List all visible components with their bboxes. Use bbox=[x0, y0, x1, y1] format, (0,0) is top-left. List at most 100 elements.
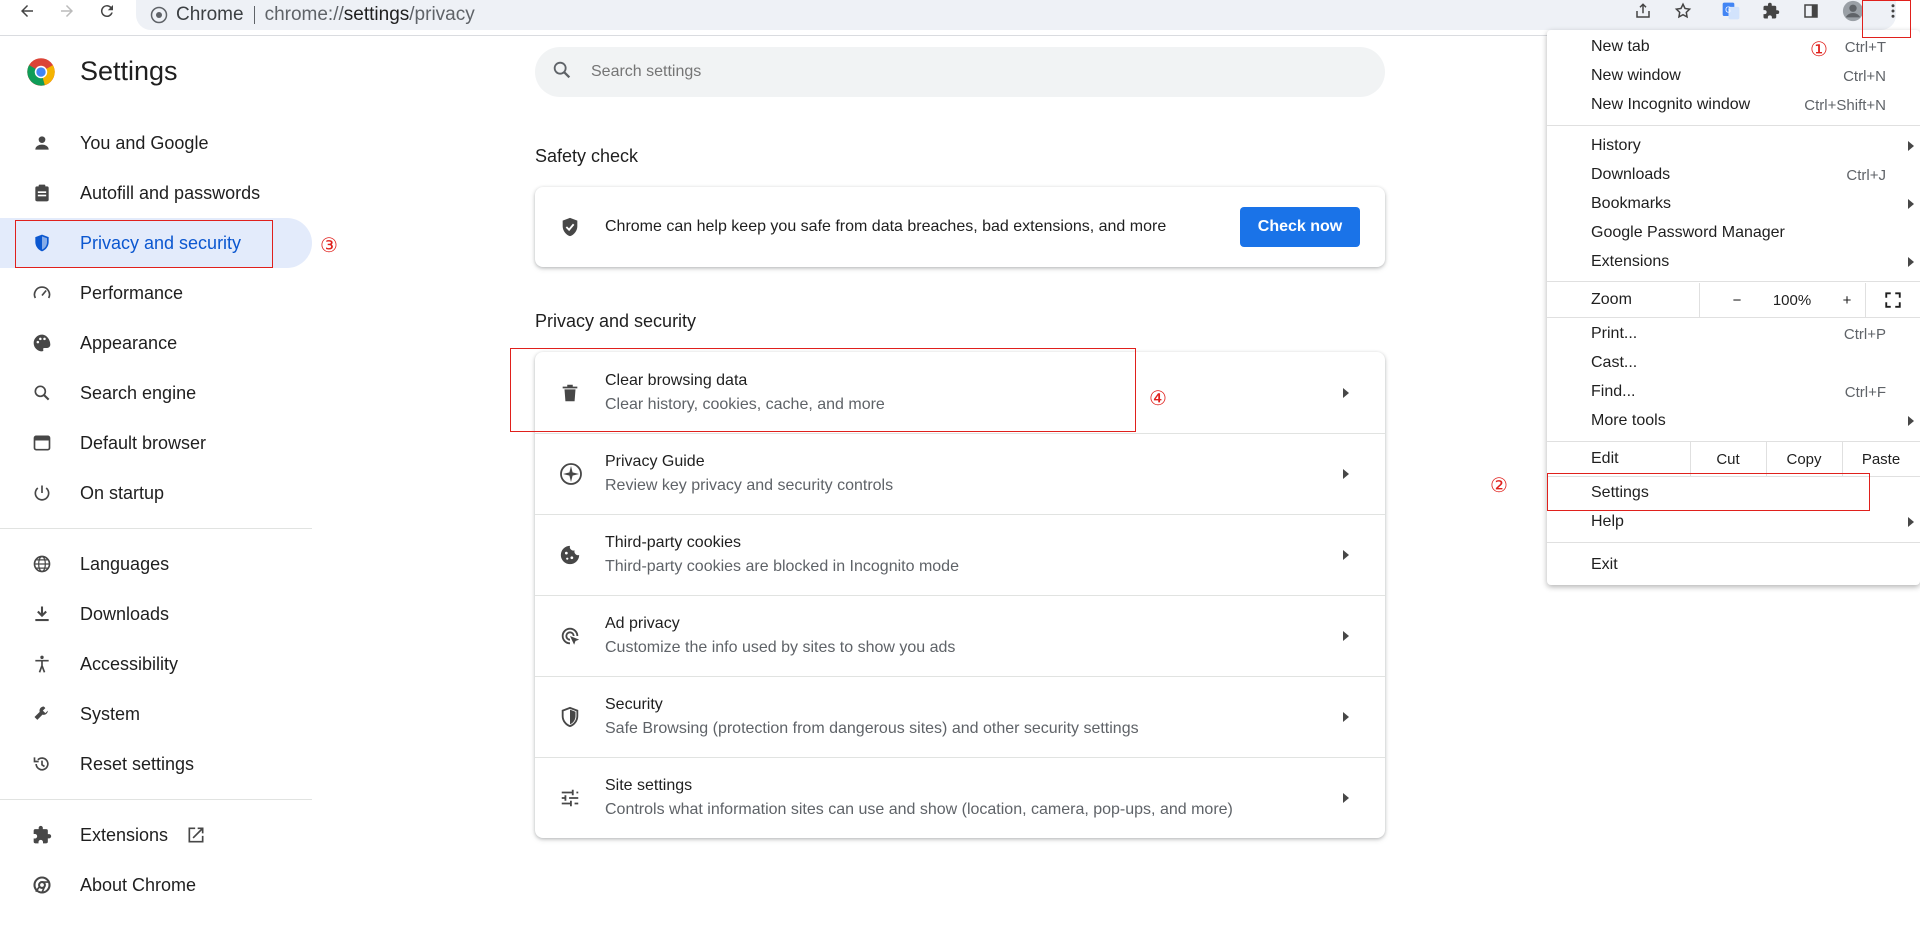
menu-item-new-window[interactable]: New window Ctrl+N bbox=[1547, 62, 1920, 90]
sidebar-item-label: About Chrome bbox=[80, 874, 197, 895]
submenu-arrow-icon bbox=[1908, 517, 1914, 527]
zoom-level: 100% bbox=[1772, 291, 1812, 309]
shortcut-label: Ctrl+J bbox=[1846, 166, 1886, 184]
fullscreen-icon[interactable] bbox=[1865, 283, 1920, 317]
speedometer-icon bbox=[30, 281, 54, 305]
menu-item-print[interactable]: Print... Ctrl+P bbox=[1547, 320, 1920, 348]
menu-item-exit[interactable]: Exit bbox=[1547, 551, 1920, 579]
sidebar-item-search-engine[interactable]: Search engine bbox=[0, 368, 312, 418]
sidebar-item-label: Performance bbox=[80, 282, 184, 303]
menu-item-extensions[interactable]: Extensions bbox=[1547, 248, 1920, 276]
ad-target-icon bbox=[559, 625, 585, 647]
submenu-arrow-icon bbox=[1908, 199, 1914, 209]
menu-divider bbox=[1547, 125, 1920, 126]
cookie-icon bbox=[559, 544, 585, 566]
side-panel-icon[interactable] bbox=[1796, 0, 1826, 22]
divider bbox=[253, 6, 255, 24]
page-title: Settings bbox=[80, 56, 178, 86]
sliders-icon bbox=[559, 787, 585, 809]
submenu-arrow-icon bbox=[1908, 416, 1914, 426]
menu-item-find[interactable]: Find... Ctrl+F bbox=[1547, 378, 1920, 406]
sidebar-item-system[interactable]: System bbox=[0, 689, 312, 739]
sidebar-item-reset-settings[interactable]: Reset settings bbox=[0, 739, 312, 789]
shortcut-label: Ctrl+F bbox=[1844, 383, 1886, 401]
url-text[interactable]: chrome://settings/privacy bbox=[265, 4, 475, 26]
menu-zoom-label: Zoom bbox=[1591, 291, 1632, 308]
menu-divider bbox=[1547, 542, 1920, 543]
menu-item-downloads[interactable]: Downloads Ctrl+J bbox=[1547, 161, 1920, 189]
chevron-right-icon bbox=[1343, 712, 1349, 722]
bookmark-star-icon[interactable] bbox=[1668, 0, 1698, 22]
shortcut-label: Ctrl+N bbox=[1843, 67, 1886, 85]
menu-item-help[interactable]: Help bbox=[1547, 508, 1920, 536]
chevron-right-icon bbox=[1343, 469, 1349, 479]
chevron-right-icon bbox=[1343, 631, 1349, 641]
google-translate-icon[interactable]: G bbox=[1716, 0, 1746, 22]
security-row[interactable]: Security Safe Browsing (protection from d… bbox=[535, 676, 1385, 757]
menu-item-bookmarks[interactable]: Bookmarks bbox=[1547, 190, 1920, 218]
menu-item-label: Bookmarks bbox=[1591, 195, 1672, 212]
sidebar-item-extensions[interactable]: Extensions bbox=[0, 810, 312, 860]
third-party-cookies-row[interactable]: Third-party cookies Third-party cookies a… bbox=[535, 514, 1385, 595]
sidebar-item-default-browser[interactable]: Default browser bbox=[0, 418, 312, 468]
reload-icon[interactable] bbox=[92, 0, 122, 22]
forward-arrow-icon[interactable] bbox=[52, 0, 82, 22]
menu-item-new-incognito-window[interactable]: New Incognito window Ctrl+Shift+N bbox=[1547, 91, 1920, 119]
check-now-button[interactable]: Check now bbox=[1240, 207, 1360, 247]
svg-text:G: G bbox=[1725, 6, 1731, 15]
menu-copy-button[interactable]: Copy bbox=[1766, 442, 1842, 476]
zoom-in-button[interactable]: + bbox=[1827, 283, 1867, 317]
url-host: settings bbox=[343, 4, 410, 25]
sidebar-item-you-and-google[interactable]: You and Google bbox=[0, 118, 312, 168]
chrome-icon bbox=[30, 873, 54, 897]
menu-item-more-tools[interactable]: More tools bbox=[1547, 407, 1920, 435]
sidebar-item-label: Extensions bbox=[80, 824, 169, 845]
sidebar-item-label: Search engine bbox=[80, 382, 197, 403]
menu-item-history[interactable]: History bbox=[1547, 132, 1920, 160]
extensions-puzzle-icon[interactable] bbox=[1756, 0, 1786, 22]
sidebar-item-accessibility[interactable]: Accessibility bbox=[0, 639, 312, 689]
site-label: Chrome bbox=[176, 4, 244, 25]
sidebar-item-appearance[interactable]: Appearance bbox=[0, 318, 312, 368]
annotation-step-4: ④ bbox=[1149, 388, 1167, 410]
search-icon bbox=[551, 59, 573, 86]
annotation-step-3: ③ bbox=[320, 235, 338, 257]
menu-paste-button[interactable]: Paste bbox=[1842, 442, 1920, 476]
menu-item-google-password-manager[interactable]: Google Password Manager bbox=[1547, 219, 1920, 247]
row-title: Third-party cookies bbox=[605, 534, 742, 551]
search-input[interactable] bbox=[591, 63, 1291, 81]
search-bar[interactable] bbox=[535, 47, 1385, 97]
sidebar-item-autofill[interactable]: Autofill and passwords bbox=[0, 168, 312, 218]
download-icon bbox=[30, 602, 54, 626]
zoom-out-button[interactable]: − bbox=[1717, 283, 1757, 317]
url-path: /privacy bbox=[409, 4, 475, 25]
menu-item-label: More tools bbox=[1591, 412, 1666, 429]
sidebar-item-on-startup[interactable]: On startup bbox=[0, 468, 312, 518]
menu-item-label: Downloads bbox=[1591, 166, 1671, 183]
chrome-logo-icon bbox=[27, 57, 55, 86]
submenu-arrow-icon bbox=[1908, 141, 1914, 151]
sidebar-item-label: Downloads bbox=[80, 603, 170, 624]
site-info[interactable]: Chrome bbox=[150, 4, 244, 26]
ad-privacy-row[interactable]: Ad privacy Customize the info used by sit… bbox=[535, 595, 1385, 676]
privacy-guide-row[interactable]: Privacy Guide Review key privacy and secu… bbox=[535, 433, 1385, 514]
menu-item-label: Exit bbox=[1591, 556, 1618, 573]
menu-item-label: History bbox=[1591, 137, 1641, 154]
sidebar-item-languages[interactable]: Languages bbox=[0, 539, 312, 589]
share-icon[interactable] bbox=[1628, 0, 1658, 22]
sidebar-item-about-chrome[interactable]: About Chrome bbox=[0, 860, 312, 910]
menu-cut-button[interactable]: Cut bbox=[1690, 442, 1766, 476]
section-title-safety-check: Safety check bbox=[535, 146, 639, 166]
menu-item-cast[interactable]: Cast... bbox=[1547, 349, 1920, 377]
settings-brand: Settings bbox=[26, 56, 178, 87]
sidebar-item-performance[interactable]: Performance bbox=[0, 268, 312, 318]
shortcut-label: Ctrl+P bbox=[1843, 325, 1886, 343]
open-in-new-icon bbox=[186, 825, 206, 845]
sidebar-item-downloads[interactable]: Downloads bbox=[0, 589, 312, 639]
back-arrow-icon[interactable] bbox=[12, 0, 42, 22]
safety-check-row: Chrome can help keep you safe from data … bbox=[535, 187, 1385, 267]
site-settings-row[interactable]: Site settings Controls what information s… bbox=[535, 757, 1385, 838]
chrome-icon bbox=[150, 6, 168, 24]
menu-item-label: Cast... bbox=[1591, 354, 1638, 371]
row-subtitle: Review key privacy and security controls bbox=[605, 477, 894, 494]
